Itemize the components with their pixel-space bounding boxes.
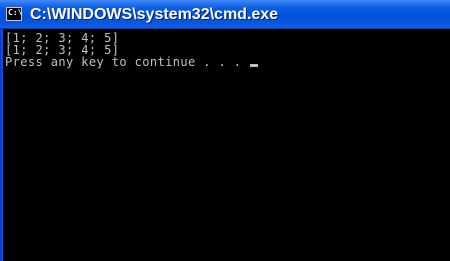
- console-output[interactable]: [1; 2; 3; 4; 5] [1; 2; 3; 4; 5] Press an…: [3, 29, 450, 261]
- text-cursor: [250, 64, 258, 67]
- console-prompt-text: Press any key to continue . . .: [5, 55, 249, 69]
- cmd-icon-glyph: C:\: [8, 8, 23, 17]
- window-title: C:\WINDOWS\system32\cmd.exe: [30, 6, 279, 23]
- cmd-window: C:\ C:\WINDOWS\system32\cmd.exe [1; 2; 3…: [0, 0, 450, 261]
- cmd-console-icon[interactable]: C:\: [6, 7, 22, 21]
- console-prompt-line: Press any key to continue . . .: [5, 56, 450, 68]
- window-titlebar[interactable]: C:\ C:\WINDOWS\system32\cmd.exe: [0, 0, 450, 29]
